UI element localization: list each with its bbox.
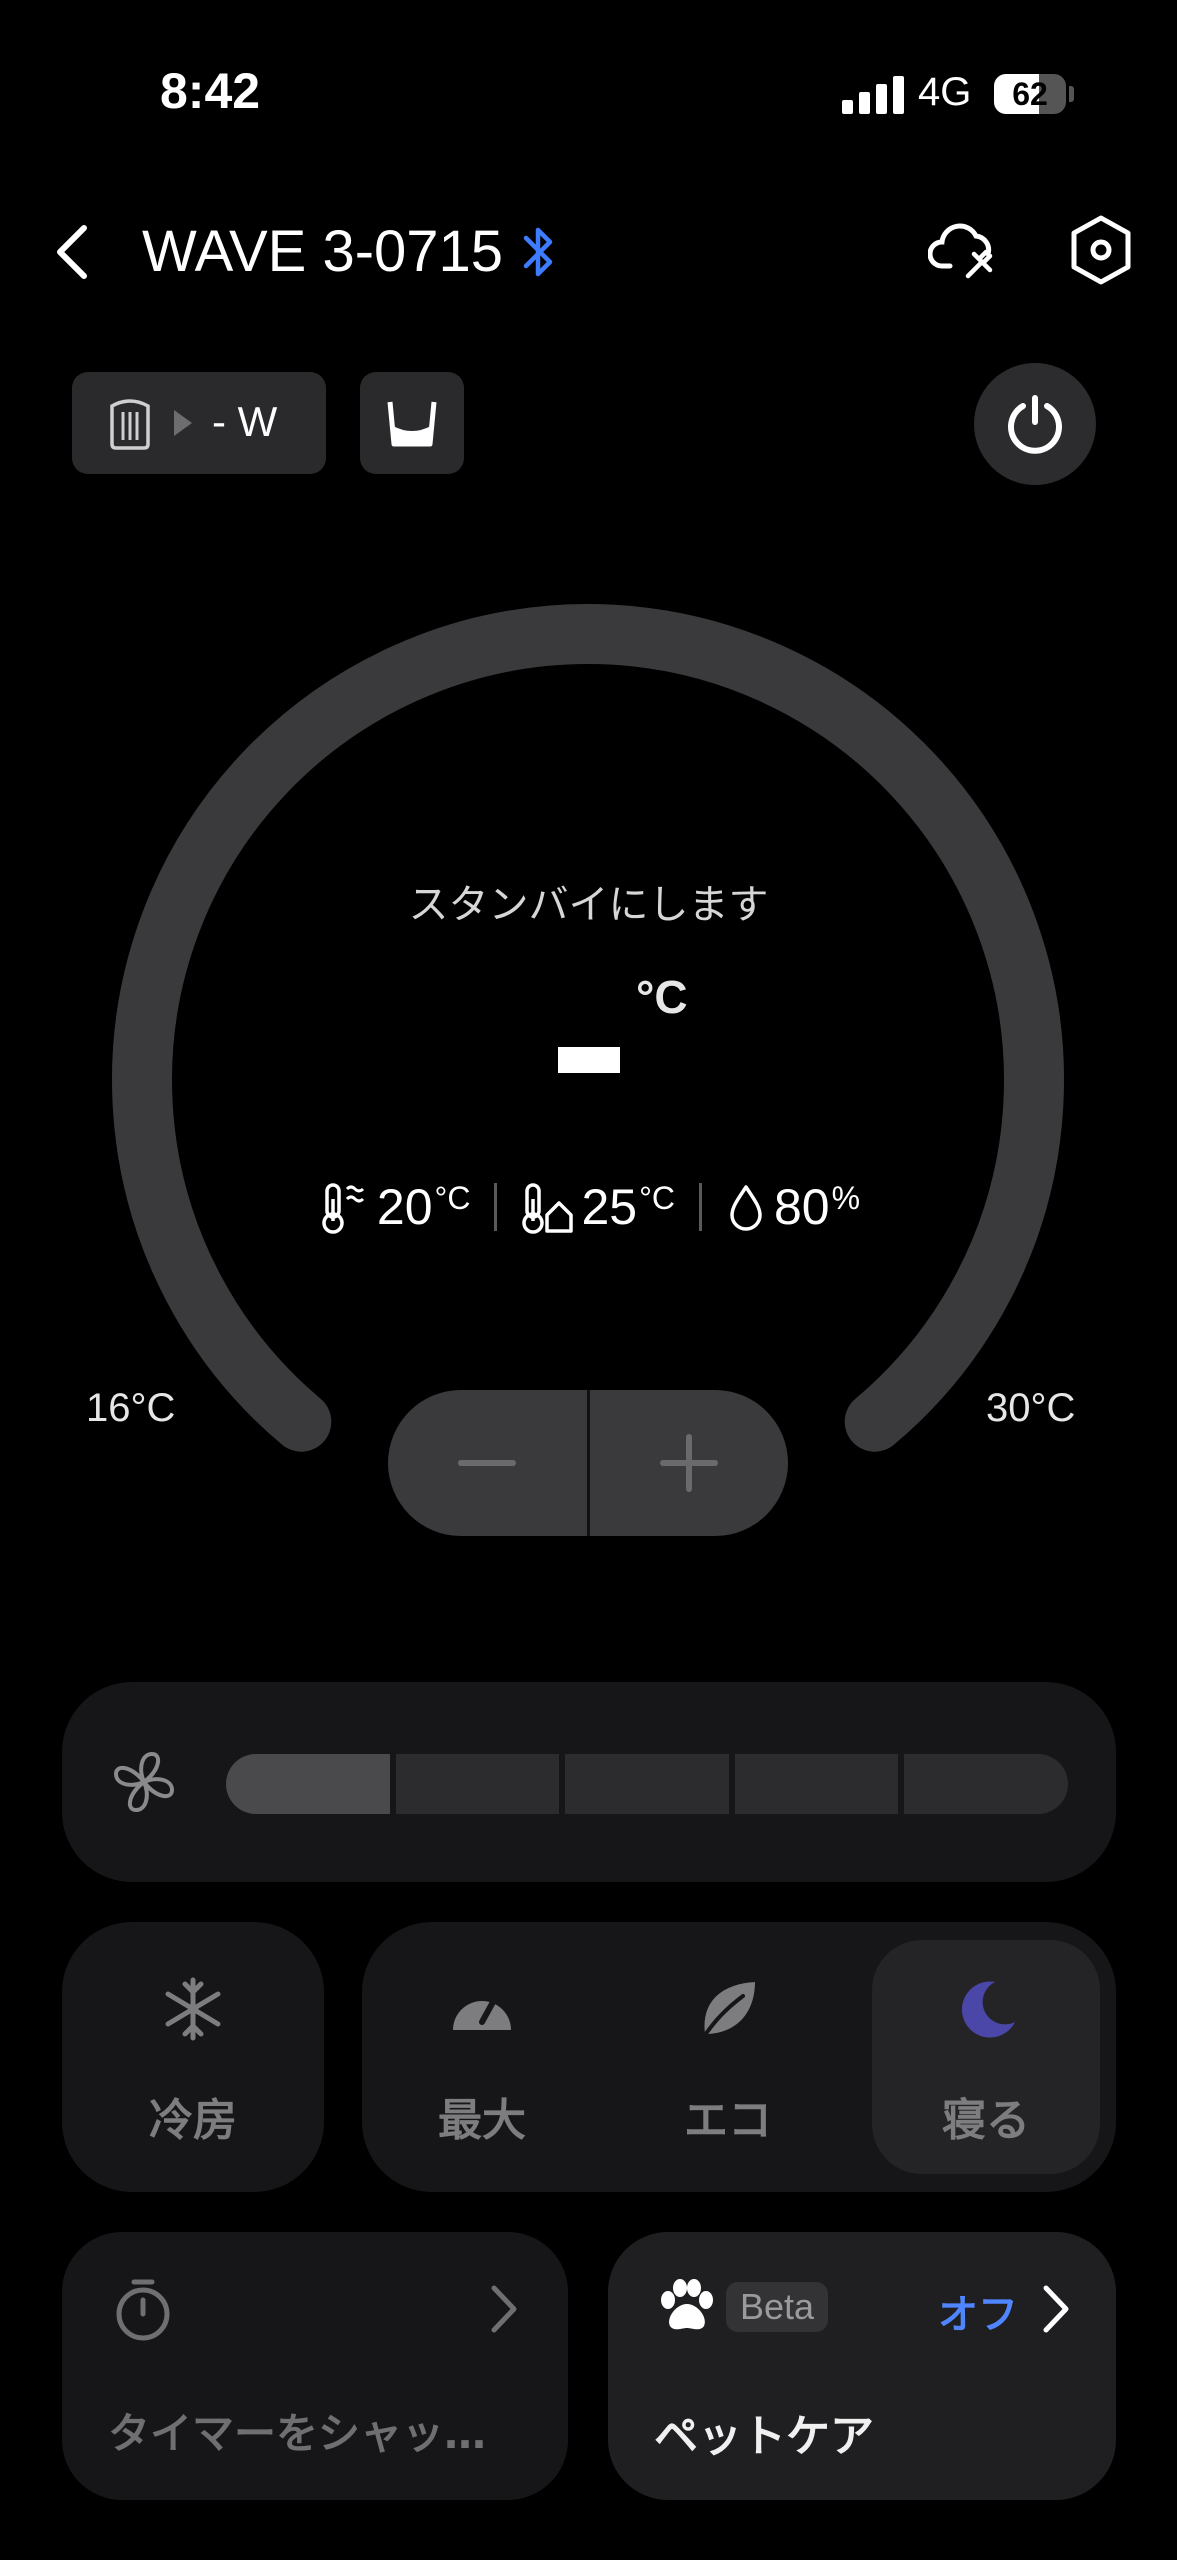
minus-icon [458, 1460, 517, 1466]
moon-icon [961, 1981, 1015, 2038]
humidity: 80 % [726, 1178, 860, 1236]
range-max-label: 30°C [986, 1386, 1076, 1430]
mode-sleep[interactable]: 寝る [884, 1922, 1088, 2192]
power-consumption-chip[interactable]: - W [72, 372, 326, 474]
outdoor-temp-unit: °C [434, 1179, 471, 1216]
settings-hexagon-icon[interactable] [1068, 214, 1134, 286]
indoor-temperature: 25 °C [521, 1178, 675, 1236]
speedometer-icon [453, 1999, 511, 2030]
fan-speed-slider[interactable] [226, 1754, 1068, 1814]
fan-speed-segment[interactable] [226, 1754, 390, 1814]
bluetooth-icon [523, 227, 553, 277]
cloud-connection-icon[interactable] [928, 214, 1000, 286]
fan-speed-segment[interactable] [565, 1754, 729, 1814]
device-title: WAVE 3-0715 [142, 219, 504, 284]
timer-label: タイマーをシャッ… [108, 2409, 487, 2458]
battery-icon: 62 [994, 74, 1066, 114]
decrease-button[interactable] [388, 1390, 587, 1536]
fan-speed-panel [62, 1682, 1116, 1882]
indoor-thermometer-icon [522, 1183, 574, 1234]
mode-max[interactable]: 最大 [382, 1922, 582, 2192]
battery-percent: 62 [1012, 76, 1048, 112]
stopwatch-icon [116, 2279, 170, 2341]
pet-care-state: オフ [938, 2292, 1018, 2338]
standby-status: スタンバイにします [408, 882, 769, 928]
mode-cool-label: 冷房 [149, 2095, 237, 2146]
humidity-unit: % [831, 1179, 861, 1216]
snowflake-icon [165, 1977, 221, 2041]
fan-speed-segment[interactable] [734, 1754, 899, 1814]
operation-modes-card: 最大 エコ 寝る [362, 1922, 1116, 2192]
play-arrow-icon [174, 410, 192, 436]
paw-icon [661, 2279, 713, 2330]
plus-icon [659, 1434, 718, 1492]
fan-speed-segment[interactable] [395, 1754, 560, 1814]
water-tank-chip[interactable] [360, 372, 464, 474]
fan-speed-segment[interactable] [904, 1754, 1068, 1814]
chevron-right-icon [491, 2285, 517, 2333]
cool-mode-card[interactable]: 冷房 [62, 1922, 324, 2192]
outdoor-temp-value: 20 [376, 1179, 433, 1235]
leaf-icon [701, 1982, 755, 2040]
humidity-value: 80 [773, 1179, 830, 1235]
humidity-drop-icon [730, 1185, 762, 1231]
indoor-temp-value: 25 [581, 1179, 638, 1235]
mode-eco-label: エコ [684, 2095, 772, 2146]
temperature-unit: °C [636, 971, 688, 1023]
outdoor-temperature: 20 °C [317, 1178, 471, 1236]
power-watt-label: - W [212, 398, 278, 445]
mode-max-label: 最大 [438, 2095, 526, 2146]
timer-card[interactable]: タイマーをシャッ… [62, 2232, 568, 2500]
chevron-right-icon [1043, 2285, 1069, 2333]
increase-button[interactable] [590, 1390, 789, 1536]
mode-eco[interactable]: エコ [628, 1922, 828, 2192]
battery-tip [1069, 86, 1074, 102]
indoor-temp-unit: °C [639, 1179, 675, 1216]
back-chevron-icon[interactable] [48, 220, 98, 284]
cellular-signal-icon [842, 76, 904, 114]
sensor-readings: 20 °C 25 °C 80 % [0, 1178, 1177, 1236]
reading-separator [698, 1183, 702, 1231]
outdoor-thermometer-icon [322, 1183, 364, 1234]
pet-care-card[interactable]: Beta オフ ペットケア [608, 2232, 1116, 2500]
mode-sleep-label: 寝る [942, 2095, 1030, 2146]
beta-badge: Beta [726, 2282, 829, 2332]
temperature-dial[interactable] [0, 560, 1177, 1460]
target-temperature-placeholder [558, 1047, 620, 1073]
network-type: 4G [918, 70, 972, 114]
pet-care-label: ペットケア [654, 2411, 874, 2462]
power-icon [1008, 395, 1062, 454]
mode-cool[interactable]: 冷房 [62, 1922, 324, 2192]
reading-separator [494, 1183, 498, 1231]
dial-track [112, 604, 1064, 1452]
fan-icon [114, 1752, 174, 1812]
device-unit-icon [110, 399, 150, 450]
temperature-stepper [388, 1390, 788, 1536]
status-time: 8:42 [160, 63, 261, 119]
power-button[interactable] [974, 363, 1096, 485]
water-tank-icon [387, 401, 437, 447]
range-min-label: 16°C [86, 1386, 176, 1430]
